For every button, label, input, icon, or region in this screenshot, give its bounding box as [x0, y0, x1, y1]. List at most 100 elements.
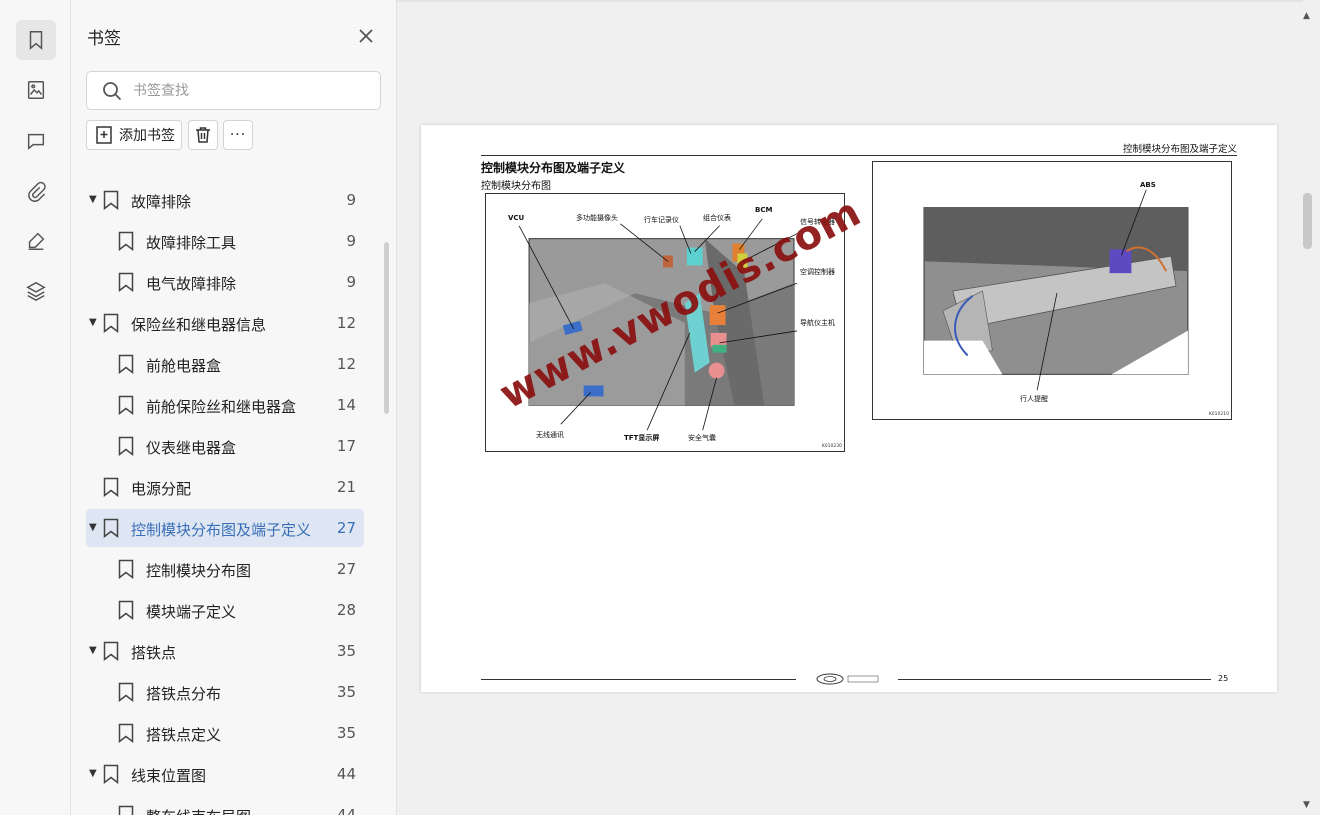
scroll-down-arrow-icon[interactable]: ▼: [1303, 800, 1310, 810]
footer-rule-left: [481, 679, 796, 680]
trash-icon: [196, 127, 210, 143]
tool-rail: [0, 0, 71, 815]
label-nav: 导航仪主机: [800, 319, 835, 327]
bookmark-search-input[interactable]: [133, 80, 368, 102]
bookmark-icon: [118, 436, 134, 457]
bookmark-label: 电源分配: [131, 480, 192, 498]
bookmark-icon: [103, 477, 119, 498]
subsection-title: 控制模块分布图: [481, 181, 551, 192]
bookmark-icon: [118, 682, 134, 703]
delete-bookmark-button[interactable]: [188, 120, 218, 150]
bookmark-item[interactable]: ▼ 搭铁点 35: [86, 632, 364, 670]
bookmark-label: 前舱电器盒: [146, 357, 222, 375]
attachment-tool-button[interactable]: [16, 171, 56, 211]
header-rule: [481, 155, 1237, 156]
expand-caret-icon[interactable]: ▼: [89, 317, 97, 328]
paperclip-icon: [28, 181, 46, 202]
bookmark-label: 保险丝和继电器信息: [131, 316, 267, 334]
bookmark-icon: [118, 805, 134, 815]
bookmark-label: 前舱保险丝和继电器盒: [146, 398, 297, 416]
comment-tool-button[interactable]: [16, 121, 56, 161]
bookmark-icon: [118, 723, 134, 744]
signature-tool-button[interactable]: [16, 221, 56, 261]
bookmark-label: 控制模块分布图及端子定义: [131, 521, 312, 539]
toolbar-edge: [397, 0, 1303, 2]
add-bookmark-label: 添加书签: [119, 128, 175, 144]
bookmark-item[interactable]: ▼ 保险丝和继电器信息 12: [86, 304, 364, 342]
bookmark-page-number: 35: [336, 683, 356, 701]
bookmark-item[interactable]: 控制模块分布图 27: [86, 550, 364, 588]
page-header: 控制模块分布图及端子定义: [1122, 144, 1237, 155]
bookmark-label: 整车线束布局图: [146, 806, 251, 815]
bookmark-page-number: 12: [336, 355, 356, 373]
search-icon: [103, 82, 122, 101]
bookmark-icon: [103, 313, 119, 334]
expand-caret-icon[interactable]: ▼: [89, 194, 97, 205]
bookmark-item[interactable]: 电气故障排除 9: [86, 263, 364, 301]
bookmark-item[interactable]: 搭铁点定义 35: [86, 714, 364, 752]
bookmark-page-number: 44: [336, 806, 356, 815]
layers-tool-button[interactable]: [16, 271, 56, 311]
close-panel-button[interactable]: [355, 25, 377, 47]
bookmark-panel: 书签 添加书签 ··· ▼ 故障排除 9 故障排除工具 9 电气故障排除 9 ▼ 保险丝和继电器…: [71, 0, 397, 815]
bookmark-tool-button[interactable]: [16, 20, 56, 60]
expand-caret-icon[interactable]: ▼: [89, 522, 97, 533]
bookmark-page-number: 17: [336, 437, 356, 455]
bookmark-item[interactable]: ▼ 故障排除 9: [86, 181, 364, 219]
bookmark-label: 搭铁点分布: [146, 685, 222, 703]
bookmark-item[interactable]: 整车线束布局图 44: [86, 796, 364, 815]
bookmark-label: 线束位置图: [131, 767, 207, 785]
bookmark-icon: [118, 231, 134, 252]
bookmark-page-number: 14: [336, 396, 356, 414]
bookmark-icon: [29, 31, 43, 50]
bookmark-item[interactable]: 前舱电器盒 12: [86, 345, 364, 383]
bookmark-page-number: 21: [336, 478, 356, 496]
thumbnail-tool-button[interactable]: [16, 70, 56, 110]
bumper-illustration: [923, 189, 1189, 391]
figure-code: K010210: [1208, 412, 1229, 417]
label-camera: 多功能摄像头: [576, 214, 618, 222]
expand-caret-icon[interactable]: ▼: [89, 645, 97, 656]
bookmark-item[interactable]: ▼ 线束位置图 44: [86, 755, 364, 793]
document-scrollbar[interactable]: [1303, 193, 1312, 249]
bookmark-page-number: 9: [346, 273, 356, 291]
bookmark-icon: [103, 641, 119, 662]
panel-scrollbar[interactable]: [384, 242, 389, 414]
bookmark-item[interactable]: 电源分配 21: [86, 468, 364, 506]
bookmark-label: 控制模块分布图: [146, 562, 252, 580]
document-viewer: ▲ ▼ 控制模块分布图及端子定义 控制模块分布图及端子定义 控制模块分布图 VC…: [397, 0, 1320, 815]
bookmark-label: 搭铁点定义: [146, 726, 222, 744]
label-pedestrian: 行人提醒: [1020, 395, 1048, 403]
bookmark-item[interactable]: 模块端子定义 28: [86, 591, 364, 629]
bookmark-item[interactable]: 故障排除工具 9: [86, 222, 364, 260]
bumper-figure: ABS 行人提醒 K010210: [872, 161, 1232, 420]
page-number: 25: [1218, 674, 1229, 683]
bookmark-icon: [118, 395, 134, 416]
bookmark-icon: [118, 272, 134, 293]
expand-caret-icon[interactable]: ▼: [89, 768, 97, 779]
label-airbag: 安全气囊: [688, 434, 716, 442]
bookmark-item[interactable]: ▼ 控制模块分布图及端子定义 27: [86, 509, 364, 547]
bookmark-icon: [118, 559, 134, 580]
add-bookmark-button[interactable]: 添加书签: [86, 120, 182, 150]
bookmark-item[interactable]: 前舱保险丝和继电器盒 14: [86, 386, 364, 424]
bookmark-page-number: 9: [346, 232, 356, 250]
scroll-up-arrow-icon[interactable]: ▲: [1303, 11, 1310, 21]
bookmark-item[interactable]: 搭铁点分布 35: [86, 673, 364, 711]
close-icon: [359, 29, 373, 43]
bookmark-item[interactable]: 仪表继电器盒 17: [86, 427, 364, 465]
bookmark-page-number: 12: [336, 314, 356, 332]
bookmark-page-number: 35: [336, 642, 356, 660]
bookmark-label: 故障排除工具: [146, 234, 237, 252]
bookmark-page-number: 44: [336, 765, 356, 783]
footer-rule-right: [898, 679, 1211, 680]
label-recorder: 行车记录仪: [644, 216, 679, 224]
more-options-button[interactable]: ···: [223, 120, 253, 150]
bookmark-label: 模块端子定义: [146, 603, 237, 621]
label-tft: TFT显示屏: [624, 434, 660, 442]
bookmark-label: 仪表继电器盒: [146, 439, 237, 457]
label-bcm: BCM: [755, 206, 773, 214]
section-title: 控制模块分布图及端子定义: [481, 161, 626, 175]
bookmark-page-number: 27: [336, 560, 356, 578]
pen-icon: [28, 232, 45, 250]
